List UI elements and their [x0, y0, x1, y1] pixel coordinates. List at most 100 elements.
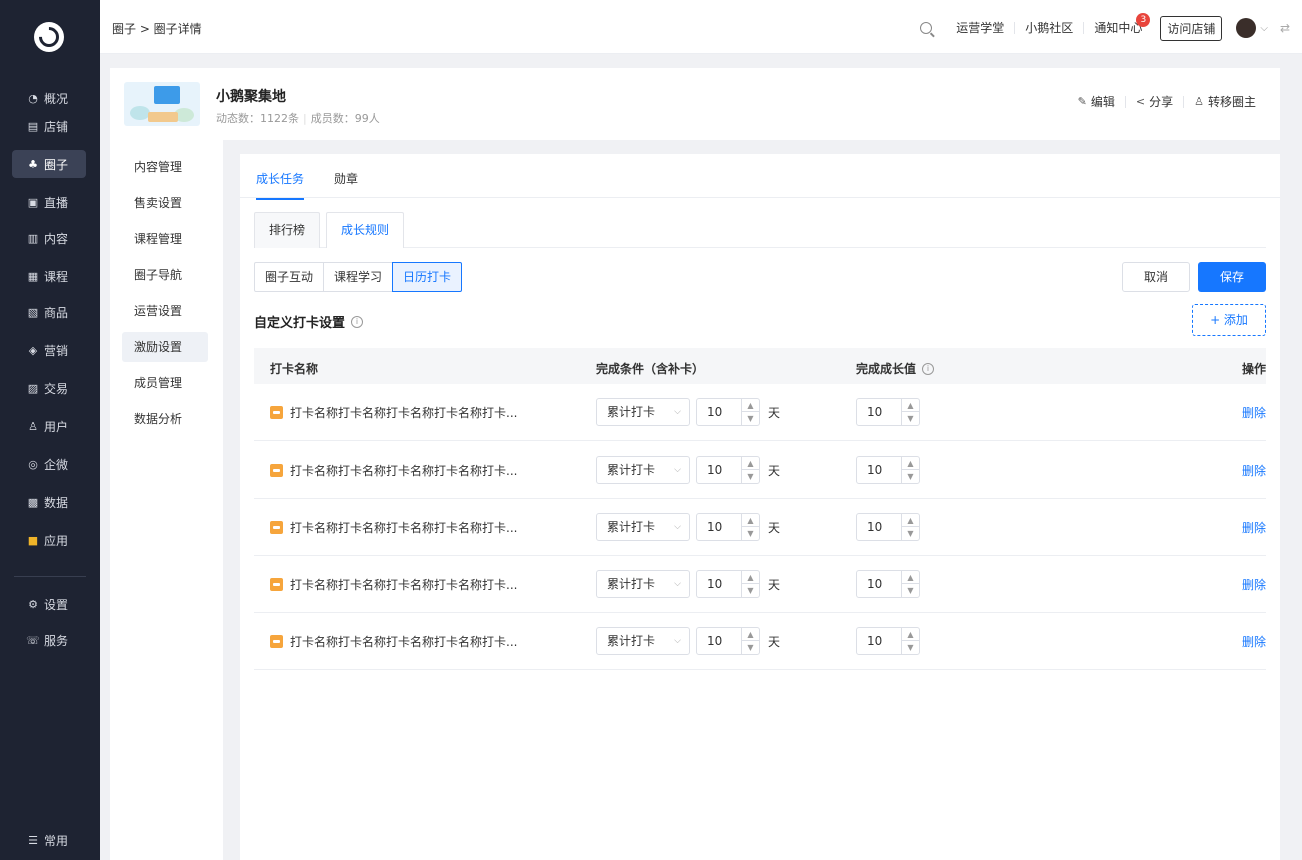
settings-icon: ⚙: [28, 597, 38, 611]
increment-icon[interactable]: ▲: [902, 399, 919, 412]
increment-icon[interactable]: ▲: [742, 399, 759, 412]
tab-badges[interactable]: 勋章: [334, 170, 358, 187]
delete-button[interactable]: 删除: [1242, 404, 1266, 421]
condition-select[interactable]: 累计打卡 ⌵: [596, 627, 690, 655]
days-stepper[interactable]: 10 ▲ ▼: [696, 570, 760, 598]
cancel-button[interactable]: 取消: [1122, 262, 1190, 292]
increment-icon[interactable]: ▲: [742, 514, 759, 527]
info-icon[interactable]: i: [351, 315, 364, 328]
sidebar-item-live[interactable]: ▣ 直播: [12, 188, 86, 216]
days-unit: 天: [768, 521, 781, 535]
sidebar-item-course[interactable]: ▦ 课程: [12, 262, 86, 290]
sidebar-item-service[interactable]: ☏ 服务: [12, 626, 86, 654]
condition-select[interactable]: 累计打卡 ⌵: [596, 398, 690, 426]
increment-icon[interactable]: ▲: [902, 457, 919, 470]
tab-leaderboard[interactable]: 排行榜: [254, 212, 321, 248]
sidebar-item-trade[interactable]: ▨ 交易: [12, 374, 86, 402]
sidebar-item-common[interactable]: ☰ 常用: [12, 826, 86, 854]
sidebar-item-goods[interactable]: ▧ 商品: [12, 298, 86, 326]
growth-value-stepper[interactable]: 10 ▲ ▼: [856, 398, 920, 426]
save-button[interactable]: 保存: [1198, 262, 1266, 292]
growth-value-stepper[interactable]: 10 ▲ ▼: [856, 456, 920, 484]
share-button[interactable]: < 分享: [1124, 96, 1183, 108]
sidebar-item-wecom[interactable]: ◎ 企微: [12, 450, 86, 478]
chevron-down-icon: ⌵: [674, 522, 681, 532]
sidebar-item-circle[interactable]: ♣ 圈子: [12, 150, 86, 178]
sidebar-item-content[interactable]: ▥ 内容: [12, 224, 86, 252]
condition-select[interactable]: 累计打卡 ⌵: [596, 570, 690, 598]
decrement-icon[interactable]: ▼: [902, 584, 919, 597]
decrement-icon[interactable]: ▼: [742, 412, 759, 425]
checkin-name: 打卡名称打卡名称打卡名称打卡名称打卡...: [270, 633, 517, 650]
submenu-content[interactable]: 内容管理: [122, 152, 208, 182]
decrement-icon[interactable]: ▼: [902, 470, 919, 483]
sidebar-item-settings[interactable]: ⚙ 设置: [12, 590, 86, 618]
link-community[interactable]: 小鹅社区: [1014, 22, 1083, 34]
days-stepper[interactable]: 10 ▲ ▼: [696, 398, 760, 426]
submenu-operations[interactable]: 运营设置: [122, 296, 208, 326]
submenu-members[interactable]: 成员管理: [122, 368, 208, 398]
visit-store-button[interactable]: 访问店铺: [1160, 15, 1223, 41]
avatar[interactable]: [1236, 18, 1257, 38]
increment-icon[interactable]: ▲: [742, 628, 759, 641]
decrement-icon[interactable]: ▼: [742, 527, 759, 540]
rule-type-segmented: 圈子互动 课程学习 日历打卡: [254, 262, 463, 292]
decrement-icon[interactable]: ▼: [902, 641, 919, 654]
add-checkin-button[interactable]: + 添加: [1192, 304, 1266, 336]
decrement-icon[interactable]: ▼: [902, 412, 919, 425]
sidebar-item-overview[interactable]: ◔ 概况: [12, 84, 86, 112]
submenu-navigation[interactable]: 圈子导航: [122, 260, 208, 290]
condition-select[interactable]: 累计打卡 ⌵: [596, 456, 690, 484]
calendar-icon: [270, 464, 283, 477]
submenu-sales[interactable]: 售卖设置: [122, 188, 208, 218]
growth-value-stepper[interactable]: 10 ▲ ▼: [856, 570, 920, 598]
decrement-icon[interactable]: ▼: [742, 641, 759, 654]
edit-button[interactable]: ✎ 编辑: [1068, 96, 1125, 109]
segment-calendar-checkin[interactable]: 日历打卡: [392, 262, 463, 292]
info-icon[interactable]: i: [922, 362, 935, 375]
switch-icon[interactable]: ⇄: [1280, 21, 1290, 35]
growth-value-stepper[interactable]: 10 ▲ ▼: [856, 627, 920, 655]
delete-button[interactable]: 删除: [1242, 633, 1266, 650]
app-logo[interactable]: [34, 22, 64, 52]
sidebar-item-store[interactable]: ▤ 店铺: [12, 112, 86, 140]
segment-course-learning[interactable]: 课程学习: [323, 262, 394, 292]
sidebar-item-data[interactable]: ▩ 数据: [12, 488, 86, 516]
sidebar-item-marketing[interactable]: ◈ 营销: [12, 336, 86, 364]
growth-value-stepper[interactable]: 10 ▲ ▼: [856, 513, 920, 541]
circle-actions: ✎ 编辑 < 分享 ♙ 转移圈主: [1068, 96, 1266, 108]
sidebar-item-user[interactable]: ♙ 用户: [12, 412, 86, 440]
increment-icon[interactable]: ▲: [902, 514, 919, 527]
member-count: 成员数：99人: [310, 112, 380, 125]
search-icon[interactable]: [920, 22, 933, 34]
increment-icon[interactable]: ▲: [902, 628, 919, 641]
circle-meta: 动态数：1122条 | 成员数：99人: [216, 112, 380, 125]
days-stepper[interactable]: 10 ▲ ▼: [696, 513, 760, 541]
breadcrumb[interactable]: 圈子 > 圈子详情: [112, 20, 202, 37]
delete-button[interactable]: 删除: [1242, 519, 1266, 536]
chevron-down-icon: ⌵: [674, 636, 681, 646]
submenu-incentives[interactable]: 激励设置: [122, 332, 208, 362]
submenu-courses[interactable]: 课程管理: [122, 224, 208, 254]
sidebar-item-apps[interactable]: ■ 应用: [12, 526, 86, 554]
transfer-owner-button[interactable]: ♙ 转移圈主: [1183, 96, 1266, 108]
decrement-icon[interactable]: ▼: [902, 527, 919, 540]
decrement-icon[interactable]: ▼: [742, 584, 759, 597]
increment-icon[interactable]: ▲: [742, 571, 759, 584]
increment-icon[interactable]: ▲: [902, 571, 919, 584]
segment-circle-interaction[interactable]: 圈子互动: [254, 262, 325, 292]
chevron-down-icon[interactable]: ⌵: [1260, 23, 1268, 34]
days-stepper[interactable]: 10 ▲ ▼: [696, 627, 760, 655]
submenu-analytics[interactable]: 数据分析: [122, 404, 208, 434]
link-notice-center[interactable]: 通知中心 3: [1083, 13, 1152, 34]
decrement-icon[interactable]: ▼: [742, 470, 759, 483]
days-stepper[interactable]: 10 ▲ ▼: [696, 456, 760, 484]
condition-select[interactable]: 累计打卡 ⌵: [596, 513, 690, 541]
secondary-tabs: 排行榜 成长规则: [254, 212, 1266, 248]
tab-growth-rules[interactable]: 成长规则: [326, 212, 405, 248]
delete-button[interactable]: 删除: [1242, 576, 1266, 593]
tab-growth-tasks[interactable]: 成长任务: [256, 170, 305, 200]
link-academy[interactable]: 运营学堂: [946, 22, 1014, 34]
increment-icon[interactable]: ▲: [742, 457, 759, 470]
delete-button[interactable]: 删除: [1242, 462, 1266, 479]
